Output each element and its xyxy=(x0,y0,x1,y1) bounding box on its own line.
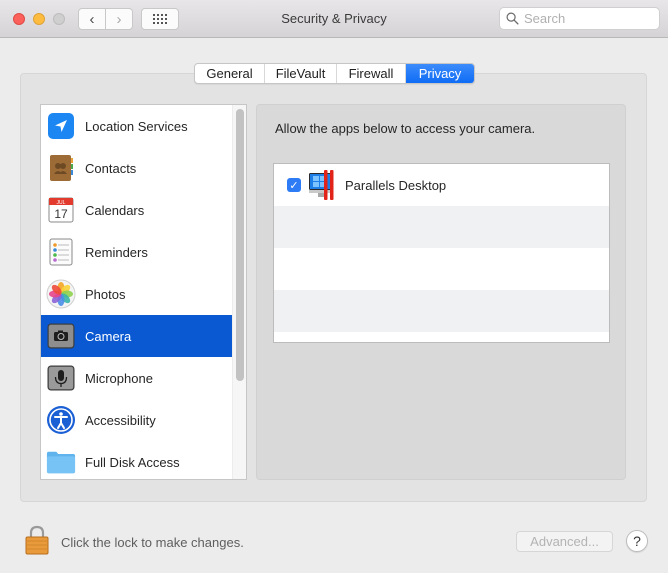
sidebar-item-label: Full Disk Access xyxy=(85,454,180,470)
calendar-icon: JUL 17 xyxy=(46,195,76,225)
sidebar-item-photos[interactable]: Photos xyxy=(41,273,233,315)
sidebar-item-accessibility[interactable]: Accessibility xyxy=(41,399,233,441)
microphone-icon xyxy=(46,363,76,393)
parallels-desktop-icon xyxy=(309,170,334,200)
sidebar-item-calendars[interactable]: JUL 17 Calendars xyxy=(41,189,233,231)
sidebar-item-label: Accessibility xyxy=(85,412,156,428)
list-item[interactable]: ✓ Parallels Desktop xyxy=(274,164,609,206)
sidebar-item-full-disk-access[interactable]: Full Disk Access xyxy=(41,441,233,479)
sidebar-item-label: Contacts xyxy=(85,160,137,176)
location-arrow-icon xyxy=(46,111,76,141)
tab-privacy[interactable]: Privacy xyxy=(406,64,474,83)
camera-permissions-panel: Allow the apps below to access your came… xyxy=(256,104,626,480)
app-permission-list: ✓ Parallels Desktop xyxy=(273,163,610,343)
empty-list-row xyxy=(274,206,609,248)
contacts-book-icon xyxy=(46,153,76,183)
reminders-list-icon xyxy=(46,237,76,267)
sidebar-item-label: Calendars xyxy=(85,202,145,218)
search-input[interactable] xyxy=(524,11,654,26)
sidebar-item-reminders[interactable]: Reminders xyxy=(41,231,233,273)
sidebar-item-location-services[interactable]: Location Services xyxy=(41,105,233,147)
tab-filevault[interactable]: FileVault xyxy=(265,64,337,83)
app-permission-checkbox[interactable]: ✓ xyxy=(287,178,301,192)
folder-icon xyxy=(46,447,76,477)
lock-icon[interactable] xyxy=(25,525,49,555)
privacy-category-list: Location Services Contacts JUL 17 Calend… xyxy=(40,104,247,480)
camera-icon xyxy=(46,321,76,351)
search-field[interactable] xyxy=(499,7,660,30)
accessibility-icon xyxy=(46,405,76,435)
checkmark-icon: ✓ xyxy=(289,179,299,192)
sidebar-item-label: Reminders xyxy=(85,244,148,260)
sidebar-item-label: Location Services xyxy=(85,118,188,134)
empty-list-row xyxy=(274,290,609,332)
help-button[interactable]: ? xyxy=(626,530,648,552)
svg-text:17: 17 xyxy=(54,207,68,221)
sidebar-item-label: Photos xyxy=(85,286,126,302)
title-bar: ‹ › Security & Privacy xyxy=(0,0,668,38)
sidebar-item-camera[interactable]: Camera xyxy=(41,315,233,357)
svg-text:JUL: JUL xyxy=(57,200,66,206)
tab-bar: General FileVault Firewall Privacy xyxy=(194,63,475,84)
sidebar-item-contacts[interactable]: Contacts xyxy=(41,147,233,189)
tab-general[interactable]: General xyxy=(195,64,265,83)
empty-list-row xyxy=(274,248,609,290)
empty-list-row xyxy=(274,332,609,342)
search-icon xyxy=(506,12,519,25)
lock-status-text: Click the lock to make changes. xyxy=(61,535,244,550)
sidebar-scrollbar[interactable] xyxy=(232,105,246,479)
app-name: Parallels Desktop xyxy=(345,177,447,193)
sidebar-scroll-thumb[interactable] xyxy=(236,109,244,381)
advanced-button[interactable]: Advanced... xyxy=(516,531,613,552)
sidebar-item-label: Camera xyxy=(85,328,132,344)
sidebar-item-microphone[interactable]: Microphone xyxy=(41,357,233,399)
panel-description: Allow the apps below to access your came… xyxy=(275,121,536,136)
sidebar-item-label: Microphone xyxy=(85,370,153,386)
tab-firewall[interactable]: Firewall xyxy=(337,64,406,83)
photos-flower-icon xyxy=(46,279,76,309)
